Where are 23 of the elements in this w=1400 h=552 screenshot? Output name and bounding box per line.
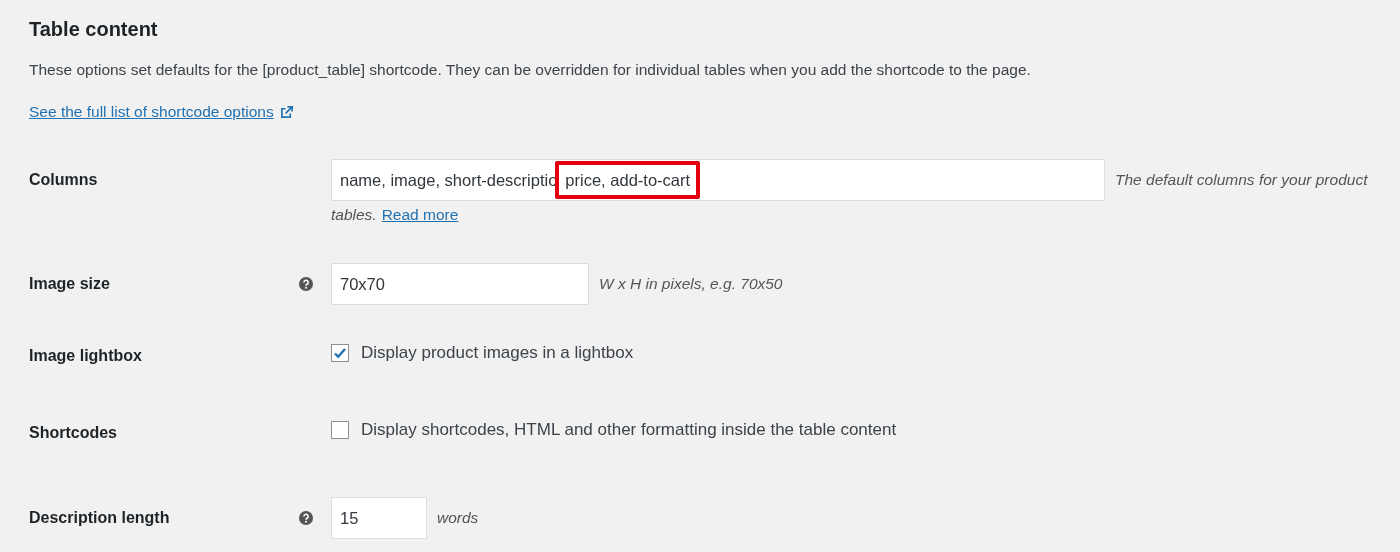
checkbox[interactable] xyxy=(331,344,349,362)
setting-label: Shortcodes xyxy=(29,423,118,442)
columns-field[interactable]: name, image, short-descriptio price, add-to-cart xyxy=(331,159,1105,201)
external-link-icon xyxy=(279,105,293,119)
field-description: words xyxy=(437,508,479,528)
setting-label: Image size xyxy=(29,274,111,293)
setting-label: Columns xyxy=(29,170,99,189)
input-field[interactable]: 70x70 xyxy=(331,263,589,305)
read-more-link[interactable]: Read more xyxy=(381,206,459,224)
shortcode-options-link[interactable]: See the full list of shortcode options xyxy=(29,103,274,121)
section-title: Table content xyxy=(29,18,159,41)
intro-text: These options set defaults for the [product_table] shortcode. They can be overridden for individual tables when you add the shortcode to the page. xyxy=(29,61,1032,79)
field-text: name, image, short-descriptio xyxy=(340,171,558,189)
setting-label: Image lightbox xyxy=(29,346,143,365)
field-description: tables. xyxy=(331,205,377,225)
field-description: The default columns for your product xyxy=(1115,170,1368,190)
checkbox-label: Display product images in a lightbox xyxy=(361,343,634,363)
setting-label: Description length xyxy=(29,508,171,527)
field-description: W x H in pixels, e.g. 70x50 xyxy=(599,274,783,294)
input-field[interactable]: 15 xyxy=(331,497,427,539)
checkbox[interactable] xyxy=(331,421,349,439)
highlight-box: price, add-to-cart xyxy=(555,161,701,199)
checkbox-label: Display shortcodes, HTML and other formatting inside the table content xyxy=(361,420,897,440)
